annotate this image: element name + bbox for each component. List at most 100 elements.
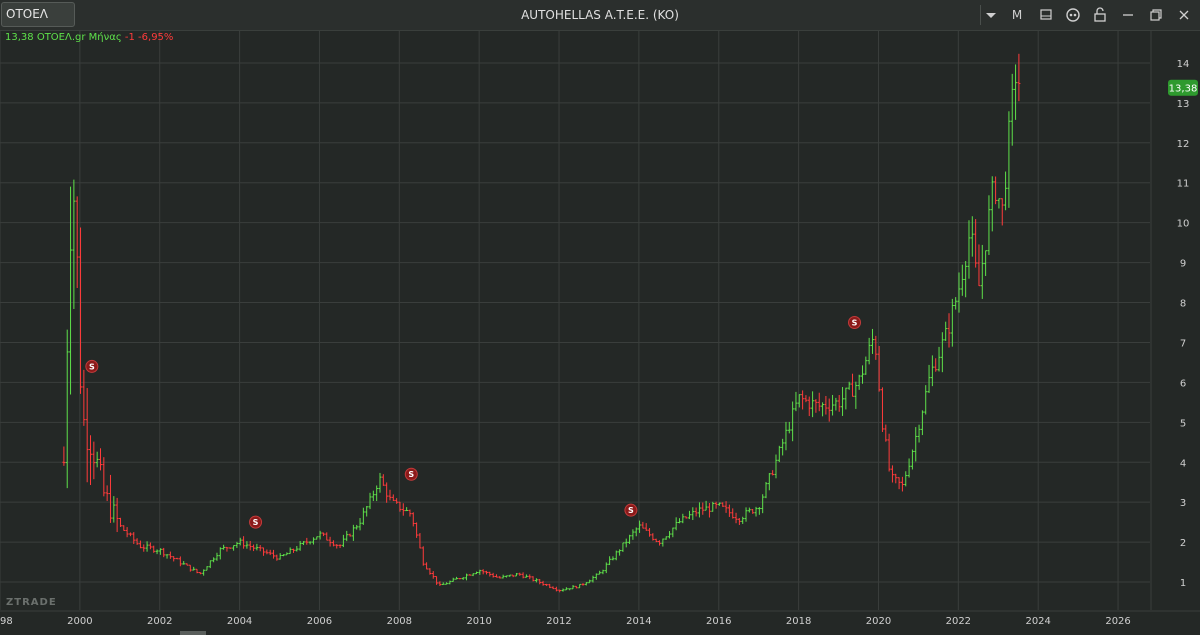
y-tick-label: 8	[1180, 299, 1186, 310]
ohlc-bar	[331, 540, 335, 547]
ohlc-bar	[252, 544, 256, 552]
price-chart[interactable]: 1234567891011121314199820002002200420062…	[0, 0, 1200, 635]
ohlc-bar	[701, 502, 705, 515]
ohlc-bar	[894, 473, 898, 484]
ohlc-bar	[960, 264, 964, 296]
ohlc-bar	[305, 537, 309, 545]
y-tick-label: 6	[1180, 378, 1186, 389]
ohlc-bar	[481, 569, 485, 575]
ohlc-bar	[821, 402, 825, 417]
ohlc-bar	[651, 533, 655, 541]
last-price: 13,38	[5, 32, 34, 43]
ohlc-bar	[987, 195, 991, 255]
ohlc-bar	[212, 557, 216, 563]
y-tick-label: 1	[1180, 578, 1186, 589]
ohlc-bar	[484, 570, 488, 575]
ohlc-bar	[428, 568, 432, 575]
ohlc-bar	[584, 582, 588, 586]
ohlc-bar	[544, 583, 548, 587]
ohlc-bar	[870, 328, 874, 354]
ohlc-bar	[202, 569, 206, 576]
ohlc-bar	[435, 576, 439, 585]
ohlc-bar	[664, 536, 668, 540]
ohlc-bar	[1010, 73, 1014, 146]
ohlc-bar	[225, 546, 229, 552]
y-tick-label: 12	[1177, 139, 1190, 150]
ohlc-bar	[930, 355, 934, 387]
x-tick-label: 2008	[387, 616, 412, 627]
ohlc-bar	[288, 547, 292, 555]
ohlc-bar	[425, 562, 429, 570]
ohlc-bar	[498, 576, 502, 579]
ohlc-bar	[847, 381, 851, 390]
ohlc-bar	[142, 544, 146, 552]
ohlc-bar	[841, 387, 845, 416]
ohlc-bar	[371, 490, 375, 502]
y-tick-label: 14	[1177, 59, 1190, 70]
ohlc-bar	[927, 364, 931, 393]
ohlc-bar	[115, 497, 119, 533]
ohlc-bar	[89, 435, 93, 486]
last-price-tag-label: 13,38	[1169, 84, 1198, 95]
ohlc-bar	[787, 421, 791, 434]
ohlc-bar	[897, 477, 901, 490]
ohlc-bar	[92, 441, 96, 480]
ohlc-bar	[571, 585, 575, 590]
ohlc-bar	[291, 548, 295, 553]
ohlc-bar	[940, 332, 944, 373]
ohlc-bar	[228, 547, 232, 549]
ohlc-bar	[358, 518, 362, 531]
x-tick-label: 2026	[1105, 616, 1130, 627]
ohlc-bar	[910, 449, 914, 470]
ohlc-bar	[668, 531, 672, 539]
ohlc-bar	[697, 502, 701, 518]
ohlc-bar	[491, 572, 495, 578]
ohlc-bar	[365, 505, 369, 517]
ohlc-bar	[182, 561, 186, 565]
ohlc-bar	[714, 501, 718, 509]
ohlc-bar	[148, 542, 152, 550]
ohlc-bar	[405, 507, 409, 512]
ohlc-bar	[418, 533, 422, 549]
ohlc-bar	[504, 575, 508, 578]
ohlc-bar	[997, 198, 1001, 209]
ohlc-bar	[218, 547, 222, 560]
ohlc-bar	[767, 473, 771, 491]
ohlc-bar	[608, 556, 612, 566]
ohlc-bar	[395, 498, 399, 504]
x-tick-label: 2006	[307, 616, 332, 627]
ohlc-bar	[548, 583, 552, 589]
ohlc-bar	[172, 556, 176, 562]
ohlc-bar	[614, 550, 618, 561]
x-tick-label: 2012	[546, 616, 571, 627]
ohlc-bar	[751, 508, 755, 514]
ohlc-bar	[531, 576, 535, 582]
ohlc-bar	[128, 532, 132, 537]
ohlc-bar	[145, 541, 149, 552]
ohlc-bar	[315, 536, 319, 540]
ohlc-bar	[368, 492, 372, 510]
ohlc-bar	[774, 454, 778, 479]
ohlc-bar	[731, 508, 735, 519]
ohlc-bar	[674, 517, 678, 531]
ohlc-bar	[528, 574, 532, 580]
x-tick-label: 2018	[786, 616, 811, 627]
ohlc-bar	[381, 474, 385, 486]
x-tick-label: 1998	[0, 616, 13, 627]
ohlc-bar	[1007, 111, 1011, 208]
ohlc-bar	[65, 329, 69, 489]
ohlc-bar	[817, 392, 821, 412]
ohlc-bar	[907, 458, 911, 478]
ohlc-bar	[321, 532, 325, 537]
ohlc-bar	[408, 509, 412, 517]
ohlc-bar	[272, 549, 276, 559]
time-scrollbar[interactable]	[180, 631, 206, 635]
ohlc-bar	[341, 534, 345, 548]
ohlc-bar	[621, 542, 625, 552]
ohlc-bar	[781, 438, 785, 456]
ticker-label: ΟΤΟΕΛ.gr	[36, 32, 86, 43]
ohlc-bar	[72, 179, 76, 310]
ohlc-bar	[388, 489, 392, 501]
ohlc-bar	[984, 250, 988, 276]
ohlc-bar	[85, 388, 89, 483]
